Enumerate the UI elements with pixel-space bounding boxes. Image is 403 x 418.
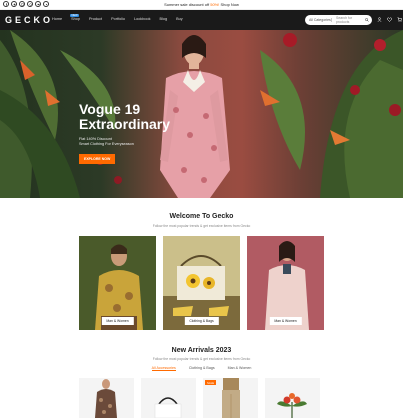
category-label[interactable]: Clothing & Bags bbox=[184, 317, 219, 325]
welcome-title: Welcome To Gecko bbox=[169, 213, 234, 220]
product-card[interactable] bbox=[79, 378, 134, 418]
new-arrivals-title: New Arrivals 2023 bbox=[171, 347, 232, 354]
menu-item-blog[interactable]: Blog bbox=[160, 17, 168, 21]
user-icon[interactable] bbox=[377, 17, 382, 22]
product-card[interactable] bbox=[265, 378, 320, 418]
tab-man-women[interactable]: Man & Women bbox=[228, 366, 252, 371]
product-card[interactable] bbox=[141, 378, 196, 418]
hero-subtitle: Flat 140% Discount Smart Clothing For Ev… bbox=[79, 137, 159, 147]
sale-badge: SALE bbox=[205, 380, 217, 385]
category-image bbox=[247, 236, 324, 330]
main-menu: Home Shop Product Portfolio Lookbook Blo… bbox=[52, 17, 183, 21]
category-image bbox=[163, 236, 240, 330]
menu-item-product[interactable]: Product bbox=[89, 17, 102, 21]
product-card[interactable]: SALE bbox=[203, 378, 258, 418]
heart-icon[interactable] bbox=[387, 17, 392, 22]
category-label[interactable]: Man & Women bbox=[101, 317, 134, 325]
menu-item-lookbook[interactable]: Lookbook bbox=[134, 17, 150, 21]
search-input[interactable]: Search for products bbox=[332, 16, 365, 24]
hero-title: Vogue 19 Extraordinary bbox=[79, 102, 219, 132]
hero-title-line-1: Vogue 19 bbox=[79, 101, 141, 117]
category-cards: Man & Women Clothing & Bags Man & Women bbox=[79, 236, 324, 330]
hero-subtitle-line-2: Smart Clothing For Everyseason bbox=[79, 142, 134, 146]
product-image bbox=[277, 393, 307, 418]
welcome-subtitle: Follow the most popular trends & get exc… bbox=[152, 224, 251, 228]
top-bar: Summer sale discount off 50%! Shop Now bbox=[0, 0, 403, 10]
logo[interactable]: GECKO bbox=[5, 15, 53, 25]
category-card[interactable]: Man & Women bbox=[247, 236, 324, 330]
category-card[interactable]: Man & Women bbox=[79, 236, 156, 330]
menu-item-home[interactable]: Home bbox=[52, 17, 62, 21]
cart-icon[interactable] bbox=[397, 17, 402, 22]
arrivals-tabs: All Accessories Clothing & Bags Man & Wo… bbox=[0, 366, 403, 371]
category-label[interactable]: Man & Women bbox=[269, 317, 302, 325]
category-image bbox=[79, 236, 156, 330]
hero-banner: Vogue 19 Extraordinary Flat 140% Discoun… bbox=[0, 30, 403, 198]
promo-banner[interactable]: Summer sale discount off 50%! Shop Now bbox=[0, 2, 403, 7]
new-badge: NEW bbox=[70, 14, 80, 17]
search-category-select[interactable]: All Categories bbox=[305, 18, 332, 22]
tab-clothing-bags[interactable]: Clothing & Bags bbox=[189, 366, 215, 371]
product-image bbox=[95, 379, 117, 418]
promo-text: Summer sale discount off bbox=[164, 2, 211, 7]
new-arrivals-subtitle: Follow the most popular trends & get exc… bbox=[152, 357, 251, 361]
menu-item-buy[interactable]: Buy bbox=[176, 17, 183, 21]
search-bar[interactable]: All Categories Search for products bbox=[305, 15, 372, 25]
category-card[interactable]: Clothing & Bags bbox=[163, 236, 240, 330]
product-grid: SALE bbox=[79, 378, 320, 418]
hero-title-line-2: Extraordinary bbox=[79, 116, 171, 132]
search-icon[interactable] bbox=[365, 18, 369, 22]
promo-shop-now[interactable]: Shop Now bbox=[219, 2, 238, 7]
main-navbar: GECKO Home Shop Product Portfolio Lookbo… bbox=[0, 10, 403, 30]
menu-item-portfolio[interactable]: Portfolio bbox=[111, 17, 125, 21]
header-icons bbox=[377, 17, 402, 22]
explore-now-button[interactable]: EXPLORE NOW bbox=[79, 154, 116, 164]
promo-highlight: 50%! bbox=[210, 2, 220, 7]
menu-item-shop[interactable]: Shop bbox=[71, 17, 80, 21]
product-image bbox=[154, 397, 182, 418]
tab-all-accessories[interactable]: All Accessories bbox=[151, 366, 176, 371]
